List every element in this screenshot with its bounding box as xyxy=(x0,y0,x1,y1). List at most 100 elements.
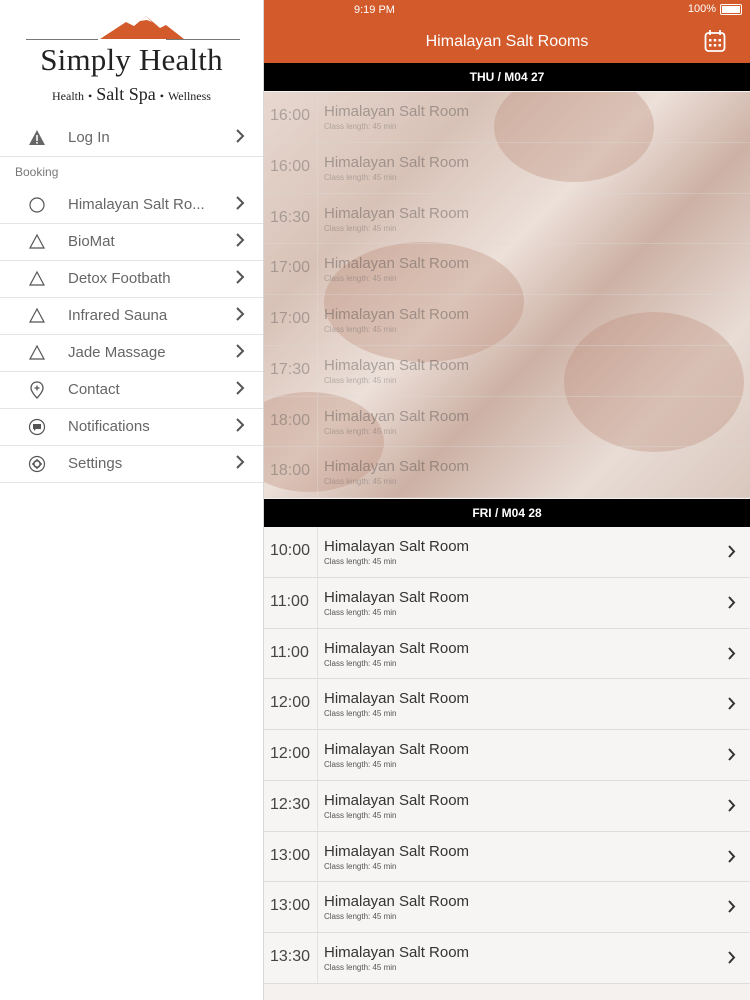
day-header-thu: THU / M04 27 xyxy=(264,63,750,91)
session-row[interactable]: 11:00 Himalayan Salt Room Class length: 45… xyxy=(264,628,750,680)
session-name: Himalayan Salt Room xyxy=(324,741,470,758)
session-row: 18:00 Himalayan Salt Room Class length: 45… xyxy=(264,396,750,448)
session-time: 11:00 xyxy=(270,643,309,661)
chevron-right-icon xyxy=(236,233,245,247)
session-row[interactable]: 13:30 Himalayan Salt Room Class length: 45… xyxy=(264,933,750,984)
schedule-panel: 9:19 PM 100% Himalayan Salt Rooms THU / … xyxy=(264,0,750,1000)
sidebar-item-biomat[interactable]: BioMat xyxy=(0,223,263,261)
session-time: 17:00 xyxy=(270,259,311,277)
session-name: Himalayan Salt Room xyxy=(324,944,470,961)
session-row[interactable]: 10:00 Himalayan Salt Room Class length: 45… xyxy=(264,527,750,578)
row-divider xyxy=(317,142,318,193)
session-row[interactable]: 12:00 Himalayan Salt Room Class length: 45… xyxy=(264,679,750,730)
tagline-wellness: Wellness xyxy=(167,89,211,103)
session-row[interactable]: 12:30 Himalayan Salt Room Class length: 45… xyxy=(264,780,750,832)
session-name: Himalayan Salt Room xyxy=(324,588,470,606)
tagline-dot: • xyxy=(159,89,164,103)
chevron-right-icon xyxy=(728,697,736,710)
row-divider xyxy=(317,193,318,244)
session-row: 16:00 Himalayan Salt Room Class length: 45… xyxy=(264,142,750,194)
menu-item-label: Detox Footbath xyxy=(68,270,171,287)
session-row[interactable]: 11:00 Himalayan Salt Room Class length: 45… xyxy=(264,577,750,629)
tagline-dot: • xyxy=(88,89,93,103)
row-divider xyxy=(317,628,318,679)
session-name: Himalayan Salt Room xyxy=(324,407,470,425)
session-time: 13:30 xyxy=(270,948,311,965)
session-name: Himalayan Salt Room xyxy=(324,255,470,273)
menu-item-contact[interactable]: Contact xyxy=(0,371,263,409)
session-row: 16:30 Himalayan Salt Room Class length: 45… xyxy=(264,193,750,245)
session-length: Class length: 45 min xyxy=(324,912,397,922)
brand-tagline: Health • Salt Spa • Wellness xyxy=(0,84,263,105)
session-length: Class length: 45 min xyxy=(324,760,397,769)
session-length: Class length: 45 min xyxy=(324,709,397,719)
menu-item-label: Contact xyxy=(68,381,120,398)
session-length: Class length: 45 min xyxy=(324,223,397,233)
chevron-right-icon xyxy=(728,596,736,609)
circle-icon xyxy=(29,197,45,213)
calendar-icon[interactable] xyxy=(704,29,726,53)
session-row: 17:00 Himalayan Salt Room Class length: 45… xyxy=(264,244,750,295)
chevron-right-icon xyxy=(728,900,736,913)
status-bar: 9:19 PM 100% xyxy=(264,0,750,20)
row-divider xyxy=(317,396,318,447)
sidebar-item-detox-footbath[interactable]: Detox Footbath xyxy=(0,260,263,298)
session-time: 13:00 xyxy=(270,897,311,915)
sidebar-item-jade-massage[interactable]: Jade Massage xyxy=(0,334,263,372)
brand-name: Simply Health xyxy=(40,42,223,77)
menu-item-notifications[interactable]: Notifications xyxy=(0,408,263,446)
session-name: Himalayan Salt Room xyxy=(324,103,470,120)
row-divider xyxy=(317,933,318,983)
tagline-health: Health xyxy=(52,89,85,103)
session-time: 10:00 xyxy=(270,542,311,559)
warning-icon xyxy=(29,130,45,145)
sidebar: Simply Health Health • Salt Spa • Wellness L… xyxy=(0,0,264,1000)
section-header-booking: Booking xyxy=(15,165,59,179)
chevron-right-icon xyxy=(728,799,736,812)
chevron-right-icon xyxy=(728,748,736,761)
menu-item-label: Settings xyxy=(68,455,123,472)
session-row: 17:00 Himalayan Salt Room Class length: 45… xyxy=(264,295,750,346)
session-row: 18:00 Himalayan Salt Room Class length: 45… xyxy=(264,447,750,498)
menu-item-login[interactable]: Log In xyxy=(0,119,263,157)
session-name: Himalayan Salt Room xyxy=(324,204,470,222)
session-length: Class length: 45 min xyxy=(324,274,397,284)
chevron-right-icon xyxy=(236,129,245,143)
menu-item-settings[interactable]: Settings xyxy=(0,445,263,483)
sidebar-item-himalayan-salt-room[interactable]: Himalayan Salt Ro... xyxy=(0,186,263,224)
sidebar-item-infrared-sauna[interactable]: Infrared Sauna xyxy=(0,297,263,335)
session-time: 18:00 xyxy=(270,411,311,429)
session-time: 16:00 xyxy=(270,107,311,124)
session-name: Himalayan Salt Room xyxy=(324,538,470,555)
nav-bar: Himalayan Salt Rooms xyxy=(264,20,750,63)
row-divider xyxy=(317,295,318,345)
row-divider xyxy=(317,780,318,831)
session-time: 12:00 xyxy=(270,745,311,762)
session-length: Class length: 45 min xyxy=(324,325,397,334)
menu-item-label: Jade Massage xyxy=(68,344,166,361)
chevron-right-icon xyxy=(728,951,736,964)
session-row[interactable]: 13:00 Himalayan Salt Room Class length: 45… xyxy=(264,831,750,883)
upcoming-sessions-list: 10:00 Himalayan Salt Room Class length: 45… xyxy=(264,527,750,1000)
chevron-right-icon xyxy=(236,381,245,395)
chevron-right-icon xyxy=(236,270,245,284)
row-divider xyxy=(317,244,318,295)
menu-item-label: Log In xyxy=(68,129,110,146)
session-row: 17:30 Himalayan Salt Room Class length: 45… xyxy=(264,345,750,397)
menu-item-label: Notifications xyxy=(68,418,150,435)
brand-logo: Simply Health Health • Salt Spa • Wellness xyxy=(0,0,263,120)
session-name: Himalayan Salt Room xyxy=(324,356,470,374)
chevron-right-icon xyxy=(728,849,736,863)
session-name: Himalayan Salt Room xyxy=(324,893,470,911)
session-name: Himalayan Salt Room xyxy=(324,842,470,860)
row-divider xyxy=(317,882,318,933)
session-time: 16:00 xyxy=(270,157,311,175)
battery-percent: 100% xyxy=(687,3,716,15)
session-length: Class length: 45 min xyxy=(324,810,397,820)
session-name: Himalayan Salt Room xyxy=(324,690,470,708)
session-row[interactable]: 13:00 Himalayan Salt Room Class length: 45… xyxy=(264,882,750,933)
row-divider xyxy=(317,679,318,730)
chevron-right-icon xyxy=(236,196,245,210)
menu-item-label: BioMat xyxy=(68,233,115,250)
session-row[interactable]: 12:00 Himalayan Salt Room Class length: 45… xyxy=(264,730,750,781)
